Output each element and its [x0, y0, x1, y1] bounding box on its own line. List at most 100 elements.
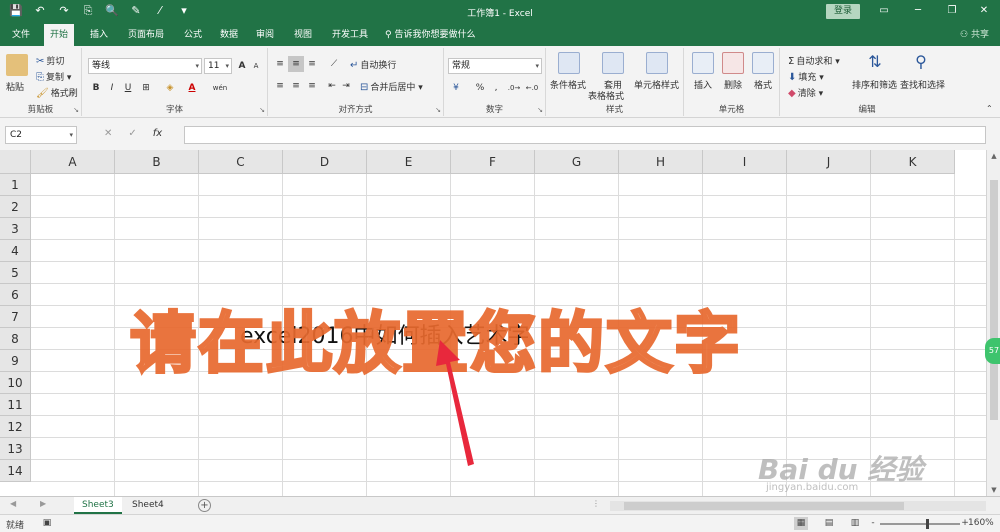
tab-page-layout[interactable]: 页面布局 — [122, 24, 170, 46]
tab-review[interactable]: 审阅 — [250, 24, 280, 46]
align-left-icon[interactable]: ≡ — [272, 78, 288, 94]
insert-cells-button[interactable]: 插入 — [694, 78, 712, 91]
dialog-launcher-icon[interactable]: ↘ — [73, 106, 79, 114]
formula-input[interactable] — [184, 126, 986, 144]
worksheet-grid[interactable]: ABCDEFGHIJK 1 2 3 4 5 6 7 8 9 10 11 12 13 14 excel201… — [0, 150, 986, 496]
italic-button[interactable]: I — [104, 80, 120, 96]
ribbon-display-icon[interactable]: ▭ — [876, 4, 892, 18]
format-painter-button[interactable]: 🖌 格式刷 — [36, 86, 78, 99]
scroll-up-icon[interactable]: ▲ — [987, 152, 1000, 160]
tab-splitter-icon[interactable]: ⋮ — [592, 499, 600, 508]
tab-home[interactable]: 开始 — [44, 24, 75, 46]
vertical-scrollbar[interactable]: ▲ ▼ — [986, 150, 1000, 496]
sheet-tab-sheet4[interactable]: Sheet4 — [124, 497, 172, 514]
normal-view-icon[interactable]: ▦ — [794, 517, 808, 530]
percent-button[interactable]: % — [472, 80, 488, 96]
scroll-down-icon[interactable]: ▼ — [987, 486, 1000, 494]
align-middle-icon[interactable]: ≡ — [288, 56, 304, 72]
cancel-icon[interactable]: ✕ — [104, 128, 112, 139]
status-ready: 就绪 — [6, 521, 25, 531]
macro-record-icon[interactable]: ▣ — [40, 517, 54, 530]
sort-filter-icon[interactable]: ⇅ — [864, 52, 886, 74]
tell-me-search[interactable]: ⚲ 告诉我你想要做什么 — [385, 24, 475, 46]
delete-cells-icon[interactable] — [722, 52, 744, 74]
page-break-view-icon[interactable]: ▥ — [848, 517, 862, 530]
insert-function-icon[interactable]: fx — [153, 128, 162, 139]
font-size-select[interactable]: 11 ▾ — [204, 58, 232, 74]
enter-icon[interactable]: ✓ — [128, 128, 136, 139]
merge-center-button[interactable]: ⊟ 合并后居中 ▾ — [360, 80, 423, 93]
font-color-button[interactable]: A — [184, 80, 200, 96]
bold-button[interactable]: B — [88, 80, 104, 96]
vertical-scroll-thumb[interactable] — [990, 180, 998, 420]
horizontal-scroll-thumb[interactable] — [624, 502, 904, 510]
restore-icon[interactable]: ❐ — [944, 4, 960, 18]
tab-view[interactable]: 视图 — [288, 24, 318, 46]
paste-icon[interactable] — [6, 54, 28, 76]
horizontal-scrollbar[interactable] — [610, 501, 986, 511]
zoom-slider-knob[interactable] — [926, 519, 929, 529]
sheet-tab-sheet3[interactable]: Sheet3 — [74, 497, 122, 514]
shrink-font-button[interactable]: A — [248, 58, 264, 74]
close-icon[interactable]: ✕ — [976, 4, 992, 18]
fill-color-icon[interactable]: ◈ — [162, 80, 178, 96]
comma-button[interactable]: , — [488, 80, 504, 96]
share-button[interactable]: ⚇ 共享 — [960, 24, 989, 46]
login-button[interactable]: 登录 — [826, 4, 860, 19]
dialog-launcher-icon[interactable]: ↘ — [537, 106, 543, 114]
collapse-ribbon-icon[interactable]: ⌃ — [986, 104, 993, 113]
tab-file[interactable]: 文件 — [6, 24, 36, 46]
sort-filter-button[interactable]: 排序和筛选 — [852, 78, 897, 91]
tab-developer[interactable]: 开发工具 — [326, 24, 374, 46]
align-center-icon[interactable]: ≡ — [288, 78, 304, 94]
format-cells-icon[interactable] — [752, 52, 774, 74]
increase-indent-icon[interactable]: ⇥ — [338, 78, 354, 94]
side-badge[interactable]: 57 — [985, 338, 1000, 364]
autosum-button[interactable]: Σ 自动求和 ▾ — [788, 54, 840, 67]
copy-button[interactable]: ⎘ 复制 ▾ — [36, 70, 71, 83]
cell-styles-icon[interactable] — [646, 52, 668, 74]
conditional-format-button[interactable]: 条件格式 — [550, 78, 586, 91]
decrease-decimal-icon[interactable]: ←.0 — [524, 80, 540, 96]
increase-decimal-icon[interactable]: .0→ — [506, 80, 522, 96]
zoom-level[interactable]: 160% — [968, 518, 994, 528]
insert-cells-icon[interactable] — [692, 52, 714, 74]
tab-insert[interactable]: 插入 — [84, 24, 114, 46]
minimize-icon[interactable]: ─ — [910, 4, 926, 18]
cut-button[interactable]: ✂ 剪切 — [36, 54, 64, 67]
find-select-button[interactable]: 查找和选择 — [900, 78, 945, 91]
font-name-select[interactable]: 等线 ▾ — [88, 58, 202, 74]
tab-data[interactable]: 数据 — [214, 24, 244, 46]
add-sheet-button[interactable]: + — [198, 499, 211, 512]
format-cells-button[interactable]: 格式 — [754, 78, 772, 91]
currency-icon[interactable]: ¥ — [448, 80, 464, 96]
delete-cells-button[interactable]: 删除 — [724, 78, 742, 91]
dialog-launcher-icon[interactable]: ↘ — [435, 106, 441, 114]
align-bottom-icon[interactable]: ≡ — [304, 56, 320, 72]
cell-styles-button[interactable]: 单元格样式 — [634, 78, 679, 91]
conditional-format-icon[interactable] — [558, 52, 580, 74]
align-right-icon[interactable]: ≡ — [304, 78, 320, 94]
page-layout-view-icon[interactable]: ▤ — [822, 517, 836, 530]
find-icon[interactable]: ⚲ — [910, 52, 932, 74]
borders-icon[interactable]: ⊞ — [138, 80, 154, 96]
sheet-next-icon[interactable]: ▶ — [40, 499, 46, 508]
table-format-icon[interactable] — [602, 52, 624, 74]
fill-button[interactable]: ⬇ 填充 ▾ — [788, 70, 824, 83]
sheet-prev-icon[interactable]: ◀ — [10, 499, 16, 508]
paste-button[interactable]: 粘贴 — [6, 80, 24, 93]
orientation-icon[interactable]: ⟋ — [326, 56, 342, 72]
dialog-launcher-icon[interactable]: ↘ — [259, 106, 265, 114]
underline-button[interactable]: U — [120, 80, 136, 96]
phonetic-button[interactable]: wén — [212, 80, 228, 96]
align-top-icon[interactable]: ≡ — [272, 56, 288, 72]
table-format-button[interactable]: 表格格式 — [588, 89, 624, 102]
zoom-out-button[interactable]: - — [866, 517, 880, 530]
name-box[interactable]: C2 ▾ — [5, 126, 77, 144]
number-format-select[interactable]: 常规 ▾ — [448, 58, 542, 74]
clear-button[interactable]: ◆ 清除 ▾ — [788, 86, 823, 99]
wrap-text-button[interactable]: ↵ 自动换行 — [350, 58, 396, 71]
tab-formulas[interactable]: 公式 — [178, 24, 208, 46]
zoom-slider[interactable] — [880, 519, 960, 529]
styles-group: 条件格式 套用 表格格式 单元格样式 样式 — [546, 48, 684, 116]
